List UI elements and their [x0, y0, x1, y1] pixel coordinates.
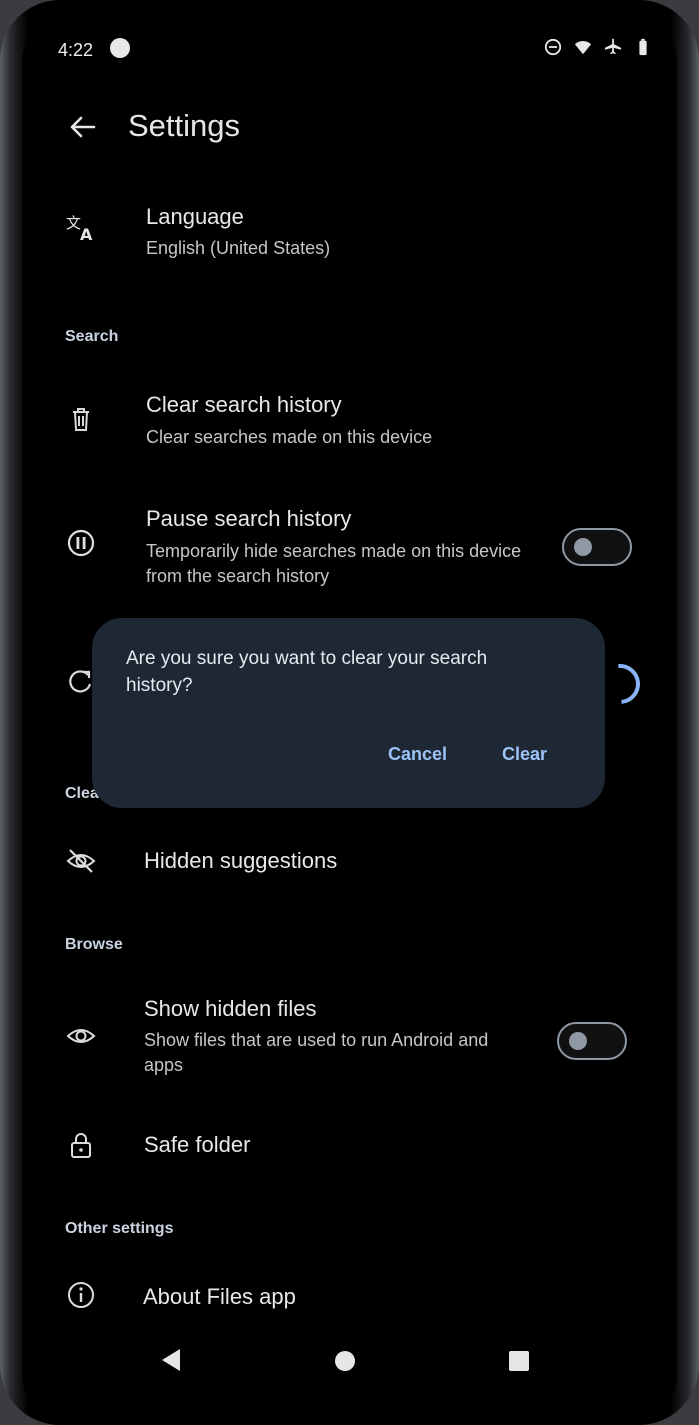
nav-back-icon[interactable] — [158, 1346, 186, 1374]
toggle-knob — [569, 1032, 587, 1050]
language-row[interactable]: 文 A Language English (United States) — [52, 190, 372, 266]
nav-recents-icon[interactable] — [506, 1348, 532, 1374]
svg-text:A: A — [80, 225, 93, 242]
app-notification-icon — [110, 38, 130, 58]
back-arrow-icon[interactable] — [66, 110, 100, 144]
show-hidden-files-title: Show hidden files — [144, 996, 317, 1021]
trash-icon — [73, 408, 89, 431]
show-hidden-files-subtitle: Show files that are used to run Android … — [144, 1030, 489, 1075]
eye-off-icon — [66, 849, 96, 873]
safe-folder-title: Safe folder — [144, 1132, 251, 1157]
clear-button[interactable]: Clear — [502, 744, 547, 765]
language-title: Language — [146, 204, 244, 229]
pause-search-history-subtitle: Temporarily hide searches made on this d… — [146, 541, 522, 586]
airplane-icon — [604, 38, 622, 55]
svg-text:文: 文 — [66, 214, 81, 232]
show-hidden-files-toggle[interactable] — [557, 1022, 627, 1060]
status-icons — [544, 38, 652, 56]
pause-search-history-title: Pause search history — [146, 506, 352, 531]
eye-icon — [66, 1029, 96, 1043]
section-header-search: Search — [65, 328, 119, 345]
lock-icon — [71, 1133, 91, 1158]
info-icon — [68, 1282, 94, 1308]
clear-search-history-row[interactable]: Clear search history Clear searches made… — [52, 380, 482, 460]
translate-icon: 文 A — [66, 214, 93, 242]
show-hidden-files-row[interactable]: Show hidden files Show files that are us… — [52, 992, 642, 1088]
dialog-message: Are you sure you want to clear your sear… — [126, 648, 488, 696]
safe-folder-row[interactable]: Safe folder — [52, 1112, 472, 1182]
do-not-disturb-icon — [544, 38, 562, 56]
pause-icon — [67, 529, 95, 557]
section-header-other: Other settings — [65, 1220, 174, 1237]
wifi-icon — [574, 41, 592, 55]
confirm-clear-dialog: Are you sure you want to clear your sear… — [92, 618, 605, 808]
about-files-app-row[interactable]: About Files app — [52, 1264, 472, 1324]
toggle-knob — [574, 538, 592, 556]
section-header-browse: Browse — [65, 936, 123, 953]
page-title: Settings — [128, 108, 241, 143]
hidden-suggestions-title: Hidden suggestions — [144, 848, 338, 873]
clear-search-history-title: Clear search history — [146, 392, 342, 417]
clear-search-history-subtitle: Clear searches made on this device — [146, 427, 433, 447]
nav-home-icon[interactable] — [332, 1348, 358, 1374]
hidden-suggestions-row[interactable]: Hidden suggestions — [52, 828, 652, 892]
pause-search-history-row[interactable]: Pause search history Temporarily hide se… — [52, 502, 652, 598]
pause-search-history-toggle[interactable] — [562, 528, 632, 566]
language-value: English (United States) — [146, 238, 331, 258]
about-files-app-title: About Files app — [143, 1284, 296, 1309]
status-time: 4:22 — [58, 40, 94, 60]
battery-icon — [639, 38, 647, 56]
cancel-button[interactable]: Cancel — [388, 744, 447, 765]
screen: 4:22 Settings 文 A Language English (Unit… — [22, 18, 677, 1418]
